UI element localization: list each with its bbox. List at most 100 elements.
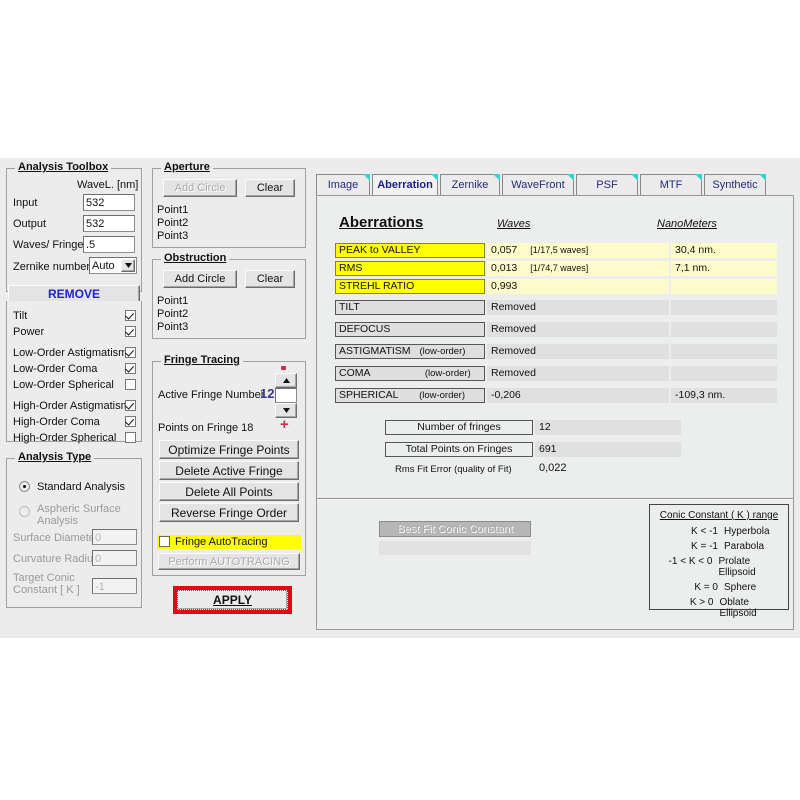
fringe-tracing-title: Fringe Tracing (161, 354, 243, 366)
input-label: Input (13, 197, 37, 209)
tilt-checkbox[interactable] (125, 310, 136, 321)
zernike-number-value: Auto (92, 260, 115, 272)
obstruction-point-1[interactable]: Point1 (157, 295, 188, 307)
aspheric-surface-analysis-radio[interactable] (19, 506, 30, 517)
tab-synthetic[interactable]: Synthetic (704, 174, 766, 195)
row-astigmatism-name: ASTIGMATISM (low-order) (335, 344, 485, 359)
waves-per-fringe-field[interactable]: .5 (83, 236, 135, 253)
aperture-point-1[interactable]: Point1 (157, 204, 188, 216)
high-order-spherical-checkbox[interactable] (125, 432, 136, 443)
panel-divider (317, 498, 793, 500)
zernike-number-select[interactable]: Auto (89, 257, 137, 274)
conic-name-3: Sphere (724, 582, 756, 593)
tab-bar: Image Aberration Zernike WaveFront PSF M… (316, 174, 794, 196)
obstruction-clear-button[interactable]: Clear (245, 270, 295, 288)
right-panel: Image Aberration Zernike WaveFront PSF M… (316, 166, 794, 630)
waves-per-fringe-label: Waves/ Fringe (13, 239, 84, 251)
row-coma-label: COMA (339, 367, 370, 379)
low-order-astigmatism-checkbox[interactable] (125, 347, 136, 358)
analysis-toolbox-title: Analysis Toolbox (15, 161, 111, 173)
low-order-coma-checkbox[interactable] (125, 363, 136, 374)
aperture-point-2[interactable]: Point2 (157, 217, 188, 229)
conic-k-2: -1 < K < 0 (654, 556, 718, 578)
output-wavelength-field[interactable]: 532 (83, 215, 135, 232)
perform-autotracing-button[interactable]: Perform AUTOTRACING (158, 553, 300, 570)
fringe-autotracing-group: Fringe AutoTracing Perform AUTOTRACING (152, 529, 306, 576)
low-order-spherical-label: Low-Order Spherical (13, 379, 114, 391)
conic-name-1: Parabola (724, 541, 764, 552)
add-point-plus-icon[interactable]: + (280, 418, 289, 432)
fringe-tracing-group: Fringe Tracing Active Fringe Number 12 P… (152, 361, 306, 531)
tab-psf[interactable]: PSF (576, 174, 638, 195)
row-peak-to-valley-waves-value: 0,057 (491, 244, 517, 256)
tab-corner-icon (631, 174, 638, 181)
tab-image-label: Image (328, 179, 359, 191)
curvature-radius-field[interactable]: 0 (92, 550, 137, 566)
row-tilt-nm (671, 300, 777, 315)
active-fringe-spinner[interactable] (275, 373, 297, 419)
high-order-coma-checkbox[interactable] (125, 416, 136, 427)
tab-mtf[interactable]: MTF (640, 174, 702, 195)
power-label: Power (13, 326, 44, 338)
aperture-add-circle-button[interactable]: Add Circle (163, 179, 237, 197)
conic-name-4: Oblate Ellipsoid (719, 597, 784, 619)
row-strehl-ratio-waves: 0,993 (487, 279, 669, 294)
row-rms-bracket: [1/74,7 waves] (530, 263, 588, 273)
high-order-spherical-label: High-Order Spherical (13, 432, 116, 444)
row-astigmatism-note: (low-order) (419, 346, 465, 357)
total-points-on-fringes-label: Total Points on Fringes (385, 442, 533, 457)
nanometers-column-header: NanoMeters (657, 218, 717, 230)
obstruction-point-2[interactable]: Point2 (157, 308, 188, 320)
row-strehl-ratio-name: STREHL RATIO (335, 279, 485, 294)
aspheric-surface-analysis-label: Aspheric Surface (37, 503, 121, 515)
tab-corner-icon (567, 174, 574, 181)
row-spherical-note: (low-order) (419, 390, 465, 401)
fringe-autotracing-label: Fringe AutoTracing (175, 536, 268, 548)
standard-analysis-radio[interactable] (19, 481, 30, 492)
spinner-up-button[interactable] (275, 373, 297, 388)
tab-zernike[interactable]: Zernike (440, 174, 500, 195)
power-checkbox[interactable] (125, 326, 136, 337)
target-conic-label: Target Conic (13, 572, 75, 584)
aberration-removal-checkbox-group: Tilt Power Low-Order Astigmatism Low-Ord… (6, 301, 142, 442)
chevron-down-icon[interactable] (121, 259, 135, 272)
high-order-astigmatism-label: High-Order Astigmatism (13, 400, 130, 412)
conic-legend-row: K = 0 Sphere (654, 582, 784, 593)
apply-button[interactable]: APPLY (177, 590, 288, 610)
row-astigmatism-waves: Removed (487, 344, 669, 359)
low-order-spherical-checkbox[interactable] (125, 379, 136, 390)
conic-constant-legend: Conic Constant ( K ) range K < -1 Hyperb… (649, 504, 789, 610)
row-coma-nm (671, 366, 777, 381)
row-rms-waves: 0,013 [1/74,7 waves] (487, 261, 669, 276)
fringe-autotracing-checkbox[interactable] (159, 536, 170, 547)
surface-diameter-field[interactable]: 0 (92, 529, 137, 545)
rms-fit-error-label: Rms Fit Error (quality of Fit) (395, 464, 512, 475)
tilt-label: Tilt (13, 310, 27, 322)
spinner-value-field[interactable] (275, 388, 297, 403)
delete-all-points-button[interactable]: Delete All Points (159, 482, 299, 501)
aperture-clear-button[interactable]: Clear (245, 179, 295, 197)
tab-mtf-label: MTF (660, 179, 683, 191)
row-spherical-name: SPHERICAL (low-order) (335, 388, 485, 403)
conic-k-4: K > 0 (654, 597, 719, 619)
tab-image[interactable]: Image (316, 174, 370, 195)
high-order-astigmatism-checkbox[interactable] (125, 400, 136, 411)
delete-active-fringe-button[interactable]: Delete Active Fringe (159, 461, 299, 480)
tab-aberration[interactable]: Aberration (372, 174, 438, 195)
active-fringe-number-value: 12 (260, 386, 274, 401)
row-defocus-waves: Removed (487, 322, 669, 337)
tab-wavefront[interactable]: WaveFront (502, 174, 574, 195)
row-peak-to-valley-nm: 30,4 nm. (671, 243, 777, 258)
tab-psf-label: PSF (596, 179, 617, 191)
best-fit-conic-constant-button[interactable]: Best Fit Conic Constant (379, 521, 531, 537)
obstruction-point-3[interactable]: Point3 (157, 321, 188, 333)
output-label: Output (13, 218, 46, 230)
target-conic-constant-field[interactable]: -1 (92, 578, 137, 594)
analysis-type-group: Analysis Type Standard Analysis Aspheric… (6, 458, 142, 608)
optimize-fringe-points-button[interactable]: Optimize Fringe Points (159, 440, 299, 459)
input-wavelength-field[interactable]: 532 (83, 194, 135, 211)
reverse-fringe-order-button[interactable]: Reverse Fringe Order (159, 503, 299, 522)
row-spherical-nm: -109,3 nm. (671, 388, 777, 403)
obstruction-add-circle-button[interactable]: Add Circle (163, 270, 237, 288)
aperture-point-3[interactable]: Point3 (157, 230, 188, 242)
